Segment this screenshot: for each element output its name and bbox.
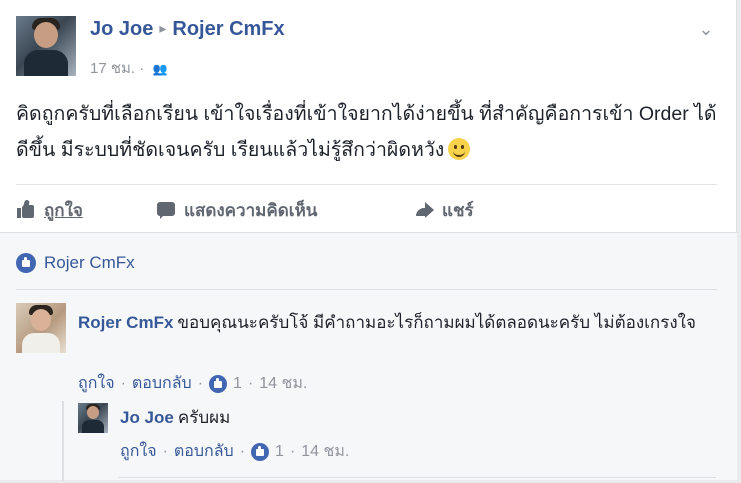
like-button[interactable]: ถูกใจ — [16, 196, 83, 224]
post-time[interactable]: 17 ชม. — [90, 60, 135, 77]
reply-like-link[interactable]: ถูกใจ — [120, 439, 157, 464]
reply-meta: ถูกใจ · ตอบกลับ · 1 · 14 ชม. — [120, 439, 349, 464]
author-avatar[interactable] — [16, 16, 76, 76]
meta-dot: · — [247, 374, 254, 392]
comment-like-count[interactable]: 1 — [233, 375, 242, 393]
post-text: คิดถูกครับที่เลือกเรียน เข้าใจเรื่องที่เ… — [16, 96, 721, 168]
post-header: Jo Joe ▸ Rojer CmFx 17 ชม. · 👥 ⌄ — [16, 16, 721, 80]
author-name[interactable]: Jo Joe — [90, 18, 153, 40]
meta-dot: · — [239, 442, 246, 460]
share-label: แชร์ — [442, 200, 474, 220]
comment-time[interactable]: 14 ชม. — [259, 371, 307, 396]
post-body: คิดถูกครับที่เลือกเรียน เข้าใจเรื่องที่เ… — [16, 103, 717, 161]
comment-label: แสดงความคิดเห็น — [184, 200, 318, 220]
comments-area: Rojer CmFx Rojer CmFx ขอบคุณนะครับโจ้ มีค… — [0, 232, 737, 483]
share-button[interactable]: แชร์ — [414, 196, 474, 224]
post-card: Jo Joe ▸ Rojer CmFx 17 ชม. · 👥 ⌄ คิดถูกครั… — [0, 0, 737, 483]
arrow-right-icon: ▸ — [159, 20, 167, 36]
meta-dot: · — [120, 374, 126, 392]
post-actions: ถูกใจ แสดงความคิดเห็น แชร์ — [16, 190, 717, 230]
smile-emoji-icon — [448, 138, 471, 160]
reply-comment: Jo Joe ครับผม ถูกใจ · ตอบกลับ · 1 · 14 ชม… — [78, 403, 698, 473]
divider — [16, 184, 717, 185]
reply-avatar[interactable] — [78, 403, 108, 433]
reply-input-edge[interactable] — [118, 477, 716, 483]
friends-icon[interactable]: 👥 — [152, 62, 167, 76]
share-arrow-icon — [414, 200, 434, 220]
likes-summary[interactable]: Rojer CmFx — [16, 253, 135, 273]
thumbs-up-icon — [16, 199, 36, 220]
comment-author[interactable]: Rojer CmFx — [78, 313, 173, 332]
like-label: ถูกใจ — [44, 200, 83, 220]
target-name[interactable]: Rojer CmFx — [172, 18, 284, 40]
comment-button[interactable]: แสดงความคิดเห็น — [156, 196, 317, 224]
like-badge-icon — [209, 374, 228, 393]
reply-thread-line — [62, 401, 64, 481]
meta-dot: · — [162, 442, 168, 460]
reply-text: ครับผม — [177, 408, 231, 427]
reply-time[interactable]: 14 ชม. — [301, 439, 349, 464]
post-names: Jo Joe ▸ Rojer CmFx — [90, 18, 285, 41]
reply-reply-link[interactable]: ตอบกลับ — [174, 439, 234, 464]
post-meta: 17 ชม. · 👥 — [90, 56, 167, 80]
comment-icon — [156, 200, 176, 220]
chevron-down-icon[interactable]: ⌄ — [695, 18, 717, 40]
comment-text: ขอบคุณนะครับโจ้ มีคำถามอะไรก็ถามผมได้ตลอ… — [177, 313, 696, 332]
meta-separator: · — [139, 60, 145, 77]
comment-like-link[interactable]: ถูกใจ — [78, 371, 115, 396]
like-badge-icon — [251, 442, 270, 461]
reply-author[interactable]: Jo Joe — [120, 408, 174, 427]
commenter-avatar[interactable] — [16, 303, 66, 353]
meta-dot: · — [197, 374, 204, 392]
divider — [16, 289, 717, 290]
meta-dot: · — [289, 442, 296, 460]
likes-name[interactable]: Rojer CmFx — [44, 253, 135, 273]
comment: Rojer CmFx ขอบคุณนะครับโจ้ มีคำถามอะไรก็ถ… — [16, 303, 716, 395]
comment-body: Rojer CmFx ขอบคุณนะครับโจ้ มีคำถามอะไรก็ถ… — [78, 309, 708, 336]
comment-reply-link[interactable]: ตอบกลับ — [132, 371, 192, 396]
reply-body: Jo Joe ครับผม — [120, 406, 230, 430]
comment-meta: ถูกใจ · ตอบกลับ · 1 · 14 ชม. — [78, 371, 307, 396]
reply-like-count[interactable]: 1 — [275, 443, 284, 461]
like-badge-icon — [16, 253, 36, 273]
